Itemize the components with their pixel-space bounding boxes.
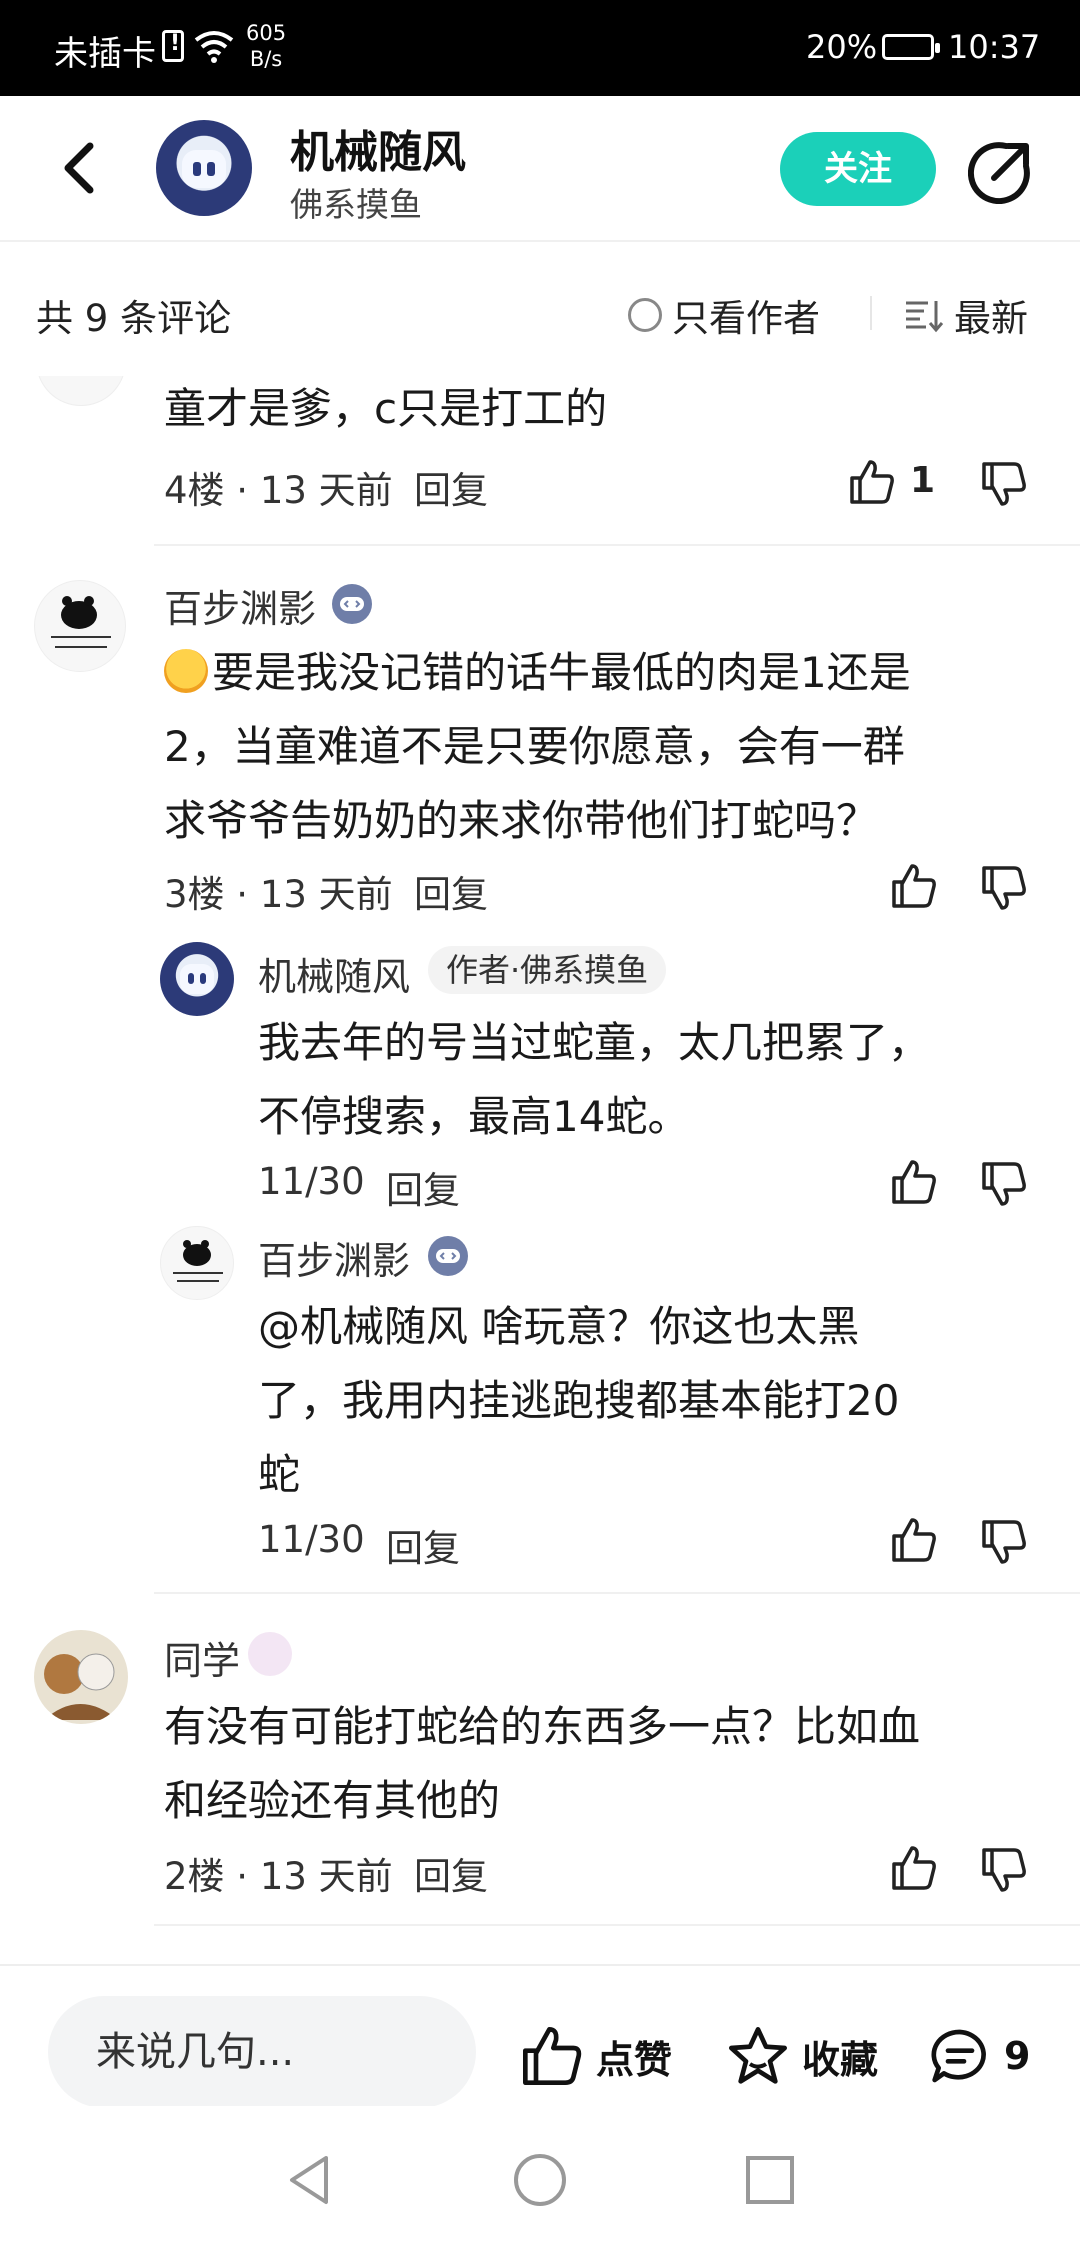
commenter-avatar[interactable]	[34, 580, 126, 672]
commenter-name[interactable]: 百步渊影	[164, 578, 316, 633]
back-arrow-icon[interactable]	[52, 138, 108, 198]
favorite-label: 收藏	[802, 2037, 879, 2082]
replier-name[interactable]: 百步渊影	[258, 1230, 410, 1285]
comment-input[interactable]: 来说几句...	[48, 1996, 476, 2108]
favorite-button[interactable]: 收藏	[726, 2024, 878, 2088]
commenter-name[interactable]: 同学	[164, 1630, 240, 1685]
reply-button[interactable]: 回复	[414, 460, 488, 514]
comment-text: 要是我没记错的话牛最低的肉是1还是 2，当童难道不是只要你愿意，会有一群 求爷爷…	[164, 648, 911, 845]
reply-text: @机械随风 啥玩意？你这也太黑 了，我用内挂逃跑搜都基本能打20 蛇	[258, 1302, 900, 1499]
gamepad-badge-icon	[332, 584, 372, 624]
replier-name[interactable]: 机械随风	[258, 946, 410, 1001]
robot-face-icon	[182, 150, 226, 188]
comment-text: 有没有可能打蛇给的东西多一点？比如血 和经验还有其他的	[164, 1702, 921, 1825]
nav-back-icon[interactable]	[282, 2152, 338, 2208]
reply-button[interactable]: 回复	[386, 1160, 460, 1214]
commenter-avatar[interactable]	[34, 1630, 128, 1724]
divider	[870, 296, 872, 330]
nav-home-icon[interactable]	[512, 2152, 568, 2208]
carrier-label: 未插卡	[54, 34, 156, 74]
comment-sort-bar: 共 9 条评论 只看作者 最新	[0, 244, 1080, 376]
comment-count-badge: 9	[1004, 2034, 1031, 2078]
like-count: 1	[910, 460, 936, 501]
network-speed-value: 605	[246, 21, 287, 45]
comment-meta: 4楼 · 13 天前	[164, 469, 393, 512]
like-label: 点赞	[596, 2037, 673, 2082]
comment-text: 童才是爹，c只是打工的	[164, 384, 608, 433]
thumbs-down-icon[interactable]	[980, 460, 1028, 508]
post-header: 机械随风 佛系摸鱼 关注	[0, 96, 1080, 242]
bear-sketch-icon	[51, 596, 111, 648]
nav-recents-icon[interactable]	[742, 2152, 798, 2208]
no-sim-icon	[162, 30, 184, 62]
bear-sketch-icon	[173, 1240, 223, 1282]
cartoon-avatar-icon	[44, 1653, 118, 1720]
author-subtitle: 佛系摸鱼	[290, 185, 422, 224]
thumbs-up-icon[interactable]	[890, 862, 938, 910]
reply-date: 11/30	[258, 1160, 365, 1203]
replier-avatar[interactable]	[160, 1226, 234, 1300]
comment-count: 共 9 条评论	[36, 297, 232, 340]
status-bar: 未插卡 605 B/s 20% 10:37	[0, 0, 1080, 96]
robot-face-icon	[180, 964, 214, 994]
thumbs-down-icon[interactable]	[980, 1160, 1028, 1208]
reply-button[interactable]: 回复	[386, 1518, 460, 1572]
sort-dropdown[interactable]: 最新	[904, 288, 1028, 342]
thumbs-up-icon[interactable]	[890, 1158, 938, 1206]
follow-button[interactable]: 关注	[780, 132, 936, 206]
share-icon[interactable]	[968, 140, 1032, 204]
author-name[interactable]: 机械随风	[290, 116, 466, 180]
sort-label: 最新	[954, 297, 1028, 340]
wifi-icon	[194, 31, 234, 63]
thumbs-down-icon[interactable]	[980, 864, 1028, 912]
battery-percent: 20%	[806, 28, 878, 66]
reply-date: 11/30	[258, 1518, 365, 1561]
commenter-avatar[interactable]	[36, 376, 126, 406]
reply-text: 我去年的号当过蛇童，太几把累了， 不停搜索，最高14蛇。	[258, 1018, 931, 1141]
network-speed-unit: B/s	[249, 47, 283, 71]
comment-list: 童才是爹，c只是打工的 4楼 · 13 天前 回复 1 百步渊影 要是我没记错的…	[0, 376, 1080, 1964]
like-button[interactable]: 点赞	[520, 2024, 672, 2088]
author-tag: 作者·佛系摸鱼	[428, 946, 667, 994]
system-nav-bar	[0, 2106, 1080, 2244]
star-icon	[729, 2027, 787, 2084]
author-only-toggle[interactable]: 只看作者	[628, 288, 820, 342]
thumbs-up-icon[interactable]	[890, 1516, 938, 1564]
divider	[154, 1592, 1080, 1594]
network-speed: 605 B/s	[246, 20, 286, 72]
emoji-icon	[164, 649, 208, 693]
bottom-action-bar: 来说几句... 点赞 收藏 9	[0, 1964, 1080, 2108]
author-only-label: 只看作者	[672, 297, 820, 340]
comment-bubble-icon	[931, 2029, 986, 2083]
thumbs-down-icon[interactable]	[980, 1846, 1028, 1894]
anime-badge-icon	[248, 1632, 292, 1676]
replier-avatar[interactable]	[160, 942, 234, 1016]
thumbs-up-icon	[523, 2027, 582, 2085]
comment-button[interactable]: 9	[928, 2024, 1030, 2088]
sort-icon	[906, 301, 944, 333]
battery-icon	[882, 34, 940, 60]
thumbs-up-icon[interactable]	[890, 1844, 938, 1892]
comment-meta: 2楼 · 13 天前	[164, 1855, 393, 1898]
divider	[154, 544, 1080, 546]
gamepad-badge-icon	[428, 1236, 468, 1276]
reply-button[interactable]: 回复	[414, 864, 488, 918]
thumbs-down-icon[interactable]	[980, 1518, 1028, 1566]
reply-button[interactable]: 回复	[414, 1846, 488, 1900]
comment-meta: 3楼 · 13 天前	[164, 873, 393, 916]
author-avatar[interactable]	[156, 120, 252, 216]
divider	[154, 1924, 1080, 1926]
clock: 10:37	[948, 28, 1041, 66]
thumbs-up-icon[interactable]	[848, 458, 896, 506]
radio-unchecked-icon	[628, 298, 662, 332]
